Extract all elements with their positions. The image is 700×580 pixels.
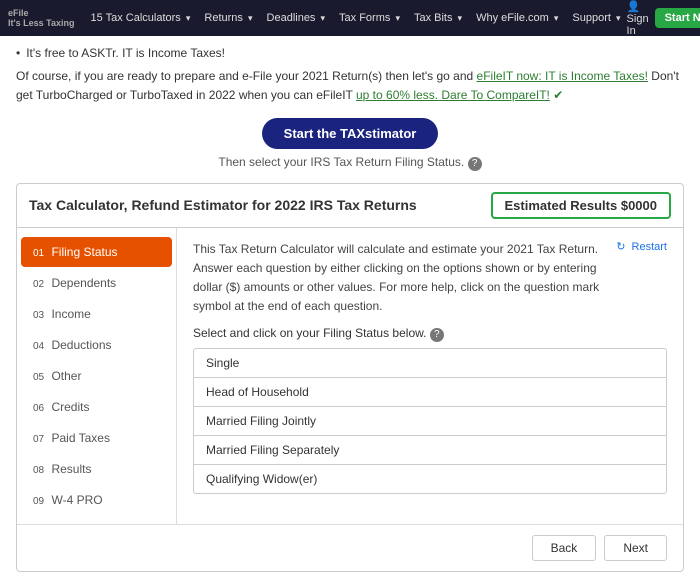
filing-option-qualifying-widow[interactable]: Qualifying Widow(er) xyxy=(193,465,667,494)
chevron-down-icon: ▾ xyxy=(186,13,191,23)
restart-button[interactable]: ↻ Restart xyxy=(616,240,667,253)
sidebar-item-filing-status[interactable]: 01 Filing Status xyxy=(21,237,172,267)
sidebar-item-results[interactable]: 08 Results xyxy=(21,454,172,484)
nav-item-why[interactable]: Why eFile.com ▾ xyxy=(470,12,564,24)
compare-link[interactable]: up to 60% less. Dare To CompareIT! xyxy=(356,88,550,102)
chevron-down-icon: ▾ xyxy=(554,13,559,23)
filing-option-head-of-household[interactable]: Head of Household xyxy=(193,378,667,407)
estimated-value: $0000 xyxy=(621,198,657,213)
taxstimator-button[interactable]: Start the TAXstimator xyxy=(262,118,439,149)
nav-item-support[interactable]: Support ▾ xyxy=(566,12,626,24)
nav-items: 15 Tax Calculators ▾ Returns ▾ Deadlines… xyxy=(85,12,627,24)
sidebar-item-dependents[interactable]: 02 Dependents xyxy=(21,268,172,298)
nav-item-returns[interactable]: Returns ▾ xyxy=(198,12,258,24)
site-logo[interactable]: eFile It's Less Taxing xyxy=(8,8,75,28)
logo-line2: It's Less Taxing xyxy=(8,18,75,28)
sidebar-item-deductions[interactable]: 04 Deductions xyxy=(21,330,172,360)
cta-subtitle: Then select your IRS Tax Return Filing S… xyxy=(0,155,700,171)
nav-item-taxforms[interactable]: Tax Forms ▾ xyxy=(333,12,406,24)
restart-icon: ↻ xyxy=(616,240,625,253)
chevron-down-icon: ▾ xyxy=(616,13,621,23)
sidebar-item-w4-pro[interactable]: 09 W-4 PRO xyxy=(21,485,172,515)
user-icon: 👤 xyxy=(627,1,641,13)
nav-right: 👤 Sign In Start Now xyxy=(627,0,700,37)
cta-section: Start the TAXstimator Then select your I… xyxy=(0,110,700,175)
estimated-results: Estimated Results $0000 xyxy=(491,192,671,219)
chevron-down-icon: ▾ xyxy=(321,13,326,23)
calc-body: 01 Filing Status 02 Dependents 03 Income… xyxy=(17,227,683,524)
top-navigation: eFile It's Less Taxing 15 Tax Calculator… xyxy=(0,0,700,36)
help-icon[interactable]: ? xyxy=(468,157,482,171)
filing-label: Select and click on your Filing Status b… xyxy=(193,326,667,342)
sidebar-item-other[interactable]: 05 Other xyxy=(21,361,172,391)
signin-link[interactable]: 👤 Sign In xyxy=(627,0,649,37)
back-button[interactable]: Back xyxy=(532,535,597,561)
filing-options-list: Single Head of Household Married Filing … xyxy=(193,348,667,494)
filing-option-single[interactable]: Single xyxy=(193,348,667,378)
efile-link[interactable]: eFileIT now: IT is Income Taxes! xyxy=(477,69,648,83)
sidebar-item-paid-taxes[interactable]: 07 Paid Taxes xyxy=(21,423,172,453)
calc-main-panel: ↻ Restart This Tax Return Calculator wil… xyxy=(177,228,683,524)
tax-calculator: Tax Calculator, Refund Estimator for 202… xyxy=(16,183,684,572)
sidebar-item-income[interactable]: 03 Income xyxy=(21,299,172,329)
calculator-description: This Tax Return Calculator will calculat… xyxy=(193,240,616,317)
filing-help-icon[interactable]: ? xyxy=(430,328,444,342)
calc-sidebar: 01 Filing Status 02 Dependents 03 Income… xyxy=(17,228,177,524)
promo-section: • It's free to ASKTr. IT is Income Taxes… xyxy=(0,36,700,110)
check-icon: ✔ xyxy=(553,88,563,102)
promo-line1: Of course, if you are ready to prepare a… xyxy=(16,67,684,105)
nav-item-calculators[interactable]: 15 Tax Calculators ▾ xyxy=(85,12,197,24)
logo-line1: eFile xyxy=(8,8,75,18)
chevron-down-icon: ▾ xyxy=(395,13,400,23)
nav-item-deadlines[interactable]: Deadlines ▾ xyxy=(261,12,332,24)
calc-title: Tax Calculator, Refund Estimator for 202… xyxy=(29,197,417,213)
next-button[interactable]: Next xyxy=(604,535,667,561)
chevron-down-icon: ▾ xyxy=(248,13,253,23)
calc-header: Tax Calculator, Refund Estimator for 202… xyxy=(17,184,683,227)
calc-footer: Back Next xyxy=(17,524,683,571)
promo-bullet: • It's free to ASKTr. IT is Income Taxes… xyxy=(16,44,684,63)
desc-area: ↻ Restart This Tax Return Calculator wil… xyxy=(193,240,667,327)
sidebar-item-credits[interactable]: 06 Credits xyxy=(21,392,172,422)
filing-option-married-jointly[interactable]: Married Filing Jointly xyxy=(193,407,667,436)
start-now-button[interactable]: Start Now xyxy=(655,8,700,28)
nav-item-taxbits[interactable]: Tax Bits ▾ xyxy=(408,12,468,24)
chevron-down-icon: ▾ xyxy=(458,13,463,23)
filing-option-married-separately[interactable]: Married Filing Separately xyxy=(193,436,667,465)
